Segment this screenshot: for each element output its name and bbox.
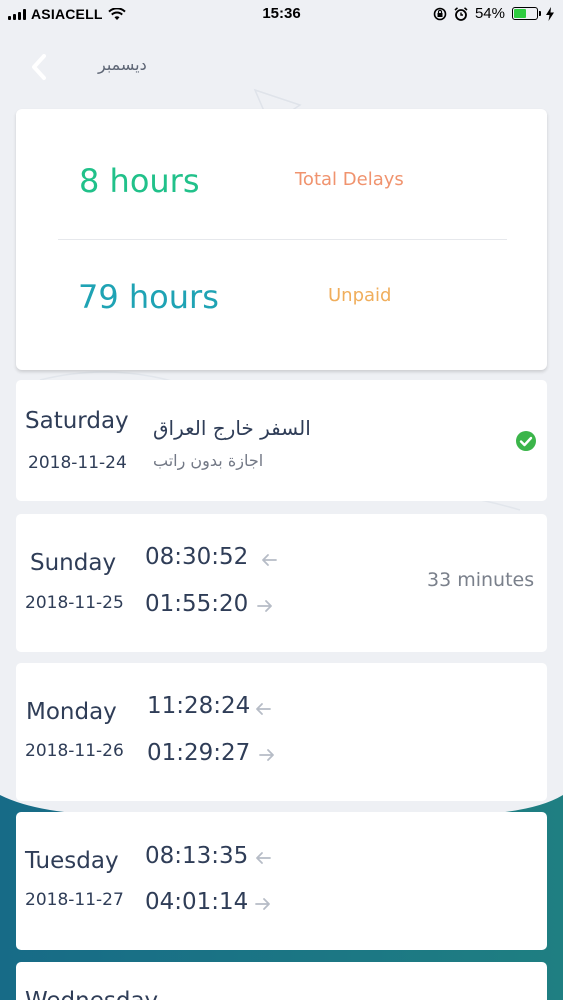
status-right: 54%: [433, 5, 555, 22]
page-title: ديسمبر: [98, 55, 147, 74]
summary-divider: [58, 239, 507, 240]
day-name: Tuesday: [25, 848, 119, 874]
time-out: 04:01:14: [145, 889, 249, 915]
arrow-right-icon: [259, 749, 274, 761]
day-name: Wednesday: [25, 988, 158, 1000]
header: ديسمبر: [0, 40, 563, 92]
unpaid-row: 79 hours Unpaid: [16, 271, 547, 331]
leave-type: اجازة بدون راتب: [153, 451, 264, 470]
arrow-right-icon: [257, 600, 272, 612]
day-name: Sunday: [30, 550, 117, 576]
day-card[interactable]: Sunday 2018-11-25 08:30:52 01:55:20 33 m…: [16, 514, 547, 652]
arrow-left-icon: [262, 554, 277, 566]
day-card[interactable]: Tuesday 2018-11-27 08:13:35 04:01:14: [16, 812, 547, 950]
arrow-left-icon: [256, 703, 271, 715]
chevron-left-icon[interactable]: [26, 52, 52, 82]
unpaid-value: 79 hours: [78, 278, 219, 316]
status-bar: ASIACELL 15:36 54%: [0, 0, 563, 30]
day-date: 2018-11-27: [25, 890, 124, 910]
day-date: 2018-11-25: [25, 593, 124, 613]
alarm-icon: [454, 6, 468, 21]
time-out: 01:55:20: [145, 591, 249, 617]
battery-icon: [512, 7, 541, 20]
day-name: Monday: [26, 699, 117, 725]
arrow-left-icon: [256, 852, 271, 864]
check-circle-icon: [516, 431, 536, 451]
day-date: 2018-11-26: [25, 741, 124, 761]
day-name: Saturday: [25, 408, 129, 434]
charging-icon: [546, 6, 554, 21]
total-delays-label: Total Delays: [295, 169, 404, 190]
time-in: 08:13:35: [145, 843, 249, 869]
day-date: 2018-11-24: [28, 453, 127, 473]
day-card[interactable]: Monday 2018-11-26 11:28:24 01:29:27: [16, 663, 547, 801]
delay-duration: 33 minutes: [427, 569, 535, 591]
total-delays-row: 8 hours Total Delays: [16, 154, 547, 214]
time-out: 01:29:27: [147, 740, 251, 766]
arrow-right-icon: [255, 898, 270, 910]
battery-percent: 54%: [474, 5, 505, 22]
total-delays-value: 8 hours: [79, 162, 200, 200]
unpaid-label: Unpaid: [328, 285, 392, 306]
day-card[interactable]: Saturday 2018-11-24 السفر خارج العراق اج…: [16, 380, 547, 501]
rotation-lock-icon: [433, 7, 447, 20]
time-in: 11:28:24: [147, 693, 251, 719]
day-card[interactable]: Wednesday: [16, 962, 547, 1000]
time-in: 08:30:52: [145, 544, 249, 570]
summary-card: 8 hours Total Delays 79 hours Unpaid: [16, 109, 547, 370]
leave-title: السفر خارج العراق: [153, 416, 311, 440]
